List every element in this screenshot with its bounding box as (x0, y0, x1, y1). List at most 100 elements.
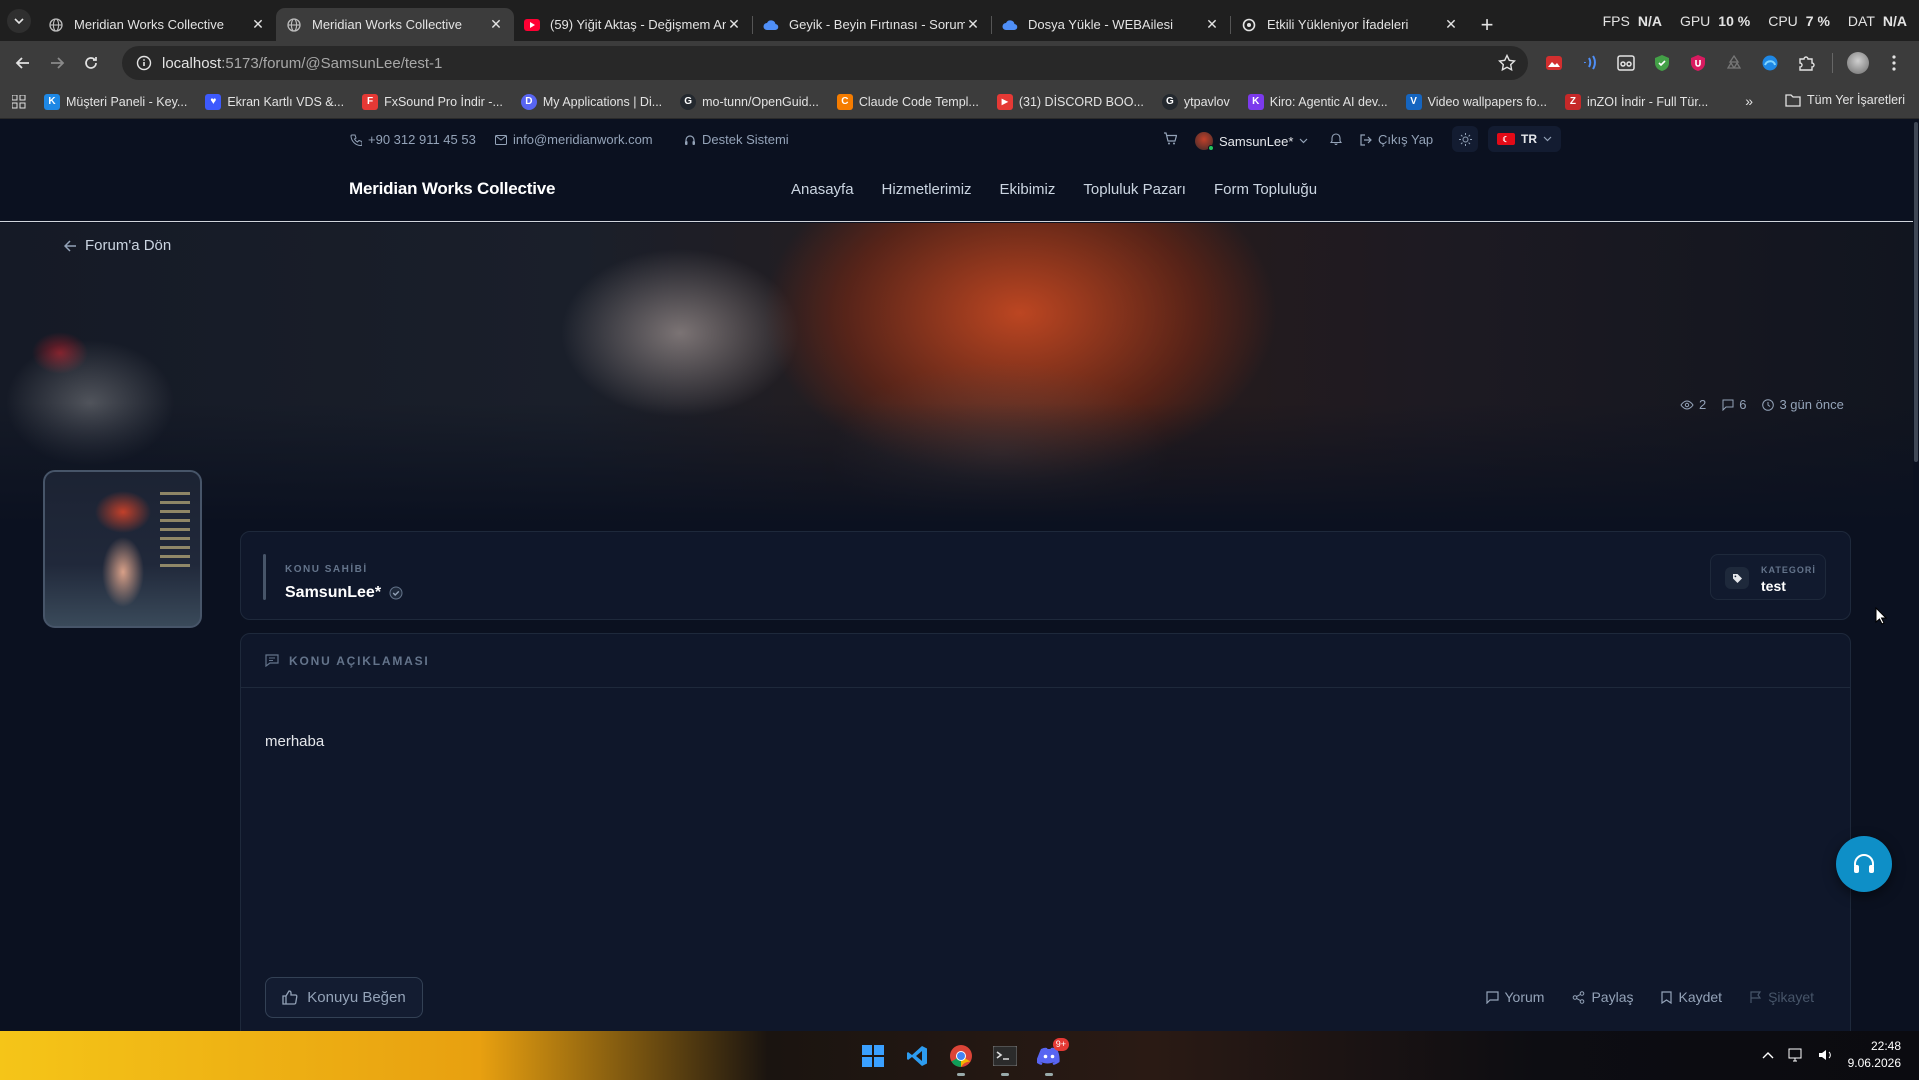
bookmark-item[interactable]: Gmo-tunn/OpenGuid... (680, 93, 819, 110)
bookmark-label: (31) DİSCORD BOO... (1018, 94, 1144, 109)
ublock-extension-icon[interactable] (1684, 49, 1712, 77)
tab-search-button[interactable] (0, 0, 38, 41)
glasses-extension-icon[interactable] (1612, 49, 1640, 77)
browser-tab-active[interactable]: Meridian Works Collective ✕ (276, 8, 514, 41)
image-extension-icon[interactable] (1540, 49, 1568, 77)
cart-button[interactable] (1163, 132, 1177, 145)
bookmark-item[interactable]: K Kiro: Agentic AI dev... (1247, 93, 1388, 110)
puzzle-extensions-icon[interactable] (1792, 49, 1820, 77)
browser-tab[interactable]: Dosya Yükle - WEBAilesi ✕ (992, 8, 1230, 41)
bookmark-favicon-icon: G (1161, 93, 1178, 110)
save-button[interactable]: Kaydet (1661, 989, 1722, 1005)
arrow-right-icon (51, 57, 65, 69)
all-bookmarks-folder[interactable]: Tüm Yer İşaretleri (1785, 93, 1905, 107)
new-tab-button[interactable]: + (1469, 8, 1505, 41)
topic-owner-card: KONU SAHİBİ SamsunLee* KATEGORİ test (240, 531, 1851, 620)
audio-extension-icon[interactable] (1576, 49, 1604, 77)
reload-button[interactable] (74, 46, 108, 80)
nav-link-services[interactable]: Hizmetlerimiz (882, 181, 972, 198)
bookmark-label: Kiro: Agentic AI dev... (1269, 94, 1388, 109)
bookmark-item[interactable]: D My Applications | Di... (520, 93, 662, 110)
bookmark-favicon-icon: ▶ (996, 93, 1013, 110)
phone-text: +90 312 911 45 53 (368, 132, 476, 147)
profile-avatar-icon[interactable] (1844, 49, 1872, 77)
edge-extension-icon[interactable] (1756, 49, 1784, 77)
close-icon[interactable]: ✕ (488, 16, 504, 33)
bookmark-item[interactable]: ZinZOI İndir - Full Tür... (1564, 93, 1708, 110)
user-menu[interactable]: SamsunLee* (1195, 132, 1308, 151)
apps-grid-icon[interactable] (12, 94, 26, 109)
tab-title: (59) Yiğit Aktaş - Değişmem An (550, 17, 726, 32)
nav-link-marketplace[interactable]: Topluluk Pazarı (1083, 181, 1186, 198)
nav-link-forum[interactable]: Form Topluluğu (1214, 181, 1317, 198)
page-scrollbar[interactable] (1913, 120, 1919, 1031)
tray-chevron-up-icon[interactable] (1762, 1051, 1774, 1059)
nav-link-team[interactable]: Ekibimiz (1000, 181, 1056, 198)
category-box[interactable]: KATEGORİ test (1710, 554, 1826, 600)
theme-toggle-button[interactable] (1452, 126, 1478, 152)
author-avatar[interactable] (43, 470, 202, 628)
tab-title: Etkili Yükleniyor İfadeleri (1267, 17, 1409, 32)
terminal-icon[interactable] (989, 1040, 1021, 1076)
bookmark-favicon-icon: K (1247, 93, 1264, 110)
comment-button[interactable]: Yorum (1485, 989, 1544, 1005)
bookmark-item[interactable]: V Video wallpapers fo... (1405, 93, 1547, 110)
forward-button[interactable] (40, 46, 74, 80)
tab-title: Dosya Yükle - WEBAilesi (1028, 17, 1173, 32)
close-icon[interactable]: ✕ (250, 16, 266, 33)
email-link[interactable]: info@meridianwork.com (495, 132, 653, 147)
browser-tab[interactable]: Meridian Works Collective ✕ (38, 8, 276, 41)
back-button[interactable] (6, 46, 40, 80)
bookmarks-overflow-chevron-icon[interactable]: » (1745, 93, 1753, 109)
report-button[interactable]: Şikayet (1750, 989, 1814, 1005)
browser-tab[interactable]: (59) Yiğit Aktaş - Değişmem An ✕ (514, 8, 752, 41)
nav-link-home[interactable]: Anasayfa (791, 181, 854, 198)
back-to-forum-text: Forum'a Dön (85, 237, 172, 254)
owner-name-row: SamsunLee* (285, 584, 403, 602)
chrome-icon[interactable] (945, 1040, 977, 1076)
logout-button[interactable]: Çıkış Yap (1360, 132, 1433, 147)
network-icon[interactable] (1788, 1048, 1804, 1062)
share-button[interactable]: Paylaş (1572, 989, 1633, 1005)
language-code: TR (1521, 132, 1537, 146)
recycle-extension-icon[interactable] (1720, 49, 1748, 77)
close-icon[interactable]: ✕ (726, 16, 742, 33)
bookmark-item[interactable]: ▶ (31) DİSCORD BOO... (996, 93, 1144, 110)
bookmark-item[interactable]: C Claude Code Templ... (836, 93, 979, 110)
vscode-icon[interactable] (901, 1040, 933, 1072)
close-icon[interactable]: ✕ (1204, 16, 1220, 33)
address-bar[interactable]: localhost:5173/forum/@SamsunLee/test-1 (122, 46, 1528, 80)
windows-start-icon[interactable] (857, 1040, 889, 1072)
site-info-icon[interactable] (136, 55, 152, 71)
shield-extension-icon[interactable] (1648, 49, 1676, 77)
phone-link[interactable]: +90 312 911 45 53 (350, 132, 476, 147)
support-chat-button[interactable] (1836, 836, 1892, 892)
language-selector[interactable]: ☾ TR (1488, 126, 1561, 152)
browser-tab[interactable]: Geyik - Beyin Fırtınası - Sorum ✕ (753, 8, 991, 41)
browser-tab[interactable]: Etkili Yükleniyor İfadeleri ✕ (1231, 8, 1469, 41)
back-to-forum-link[interactable]: Forum'a Dön (64, 237, 171, 254)
kebab-menu-icon[interactable] (1880, 49, 1908, 77)
discord-icon[interactable]: 9+ (1033, 1038, 1069, 1076)
bookmark-item[interactable]: K Müşteri Paneli - Key... (44, 93, 187, 110)
close-icon[interactable]: ✕ (1443, 16, 1459, 33)
bookmark-item[interactable]: F FxSound Pro İndir -... (362, 93, 503, 110)
like-topic-button[interactable]: Konuyu Beğen (265, 977, 423, 1018)
flag-icon (1750, 990, 1762, 1003)
bookmark-favicon-icon: C (836, 93, 853, 110)
reload-icon (85, 57, 97, 69)
support-system-link[interactable]: Destek Sistemi (684, 132, 789, 147)
cloud-icon (763, 17, 779, 33)
bookmark-star-icon[interactable] (1498, 54, 1516, 72)
bookmark-item[interactable]: ♥ Ekran Kartlı VDS &... (205, 93, 344, 110)
bookmark-item[interactable]: Gytpavlov (1161, 93, 1230, 110)
taskbar-clock[interactable]: 22:48 9.06.2026 (1848, 1038, 1901, 1072)
brand-logo[interactable]: Meridian Works Collective (349, 179, 556, 199)
close-icon[interactable]: ✕ (965, 16, 981, 33)
fps-label: FPS (1602, 12, 1630, 29)
volume-icon[interactable] (1818, 1048, 1834, 1062)
globe-icon (286, 17, 302, 33)
scrollbar-thumb[interactable] (1914, 122, 1918, 462)
notifications-button[interactable] (1330, 132, 1342, 145)
owner-name[interactable]: SamsunLee* (285, 584, 381, 602)
